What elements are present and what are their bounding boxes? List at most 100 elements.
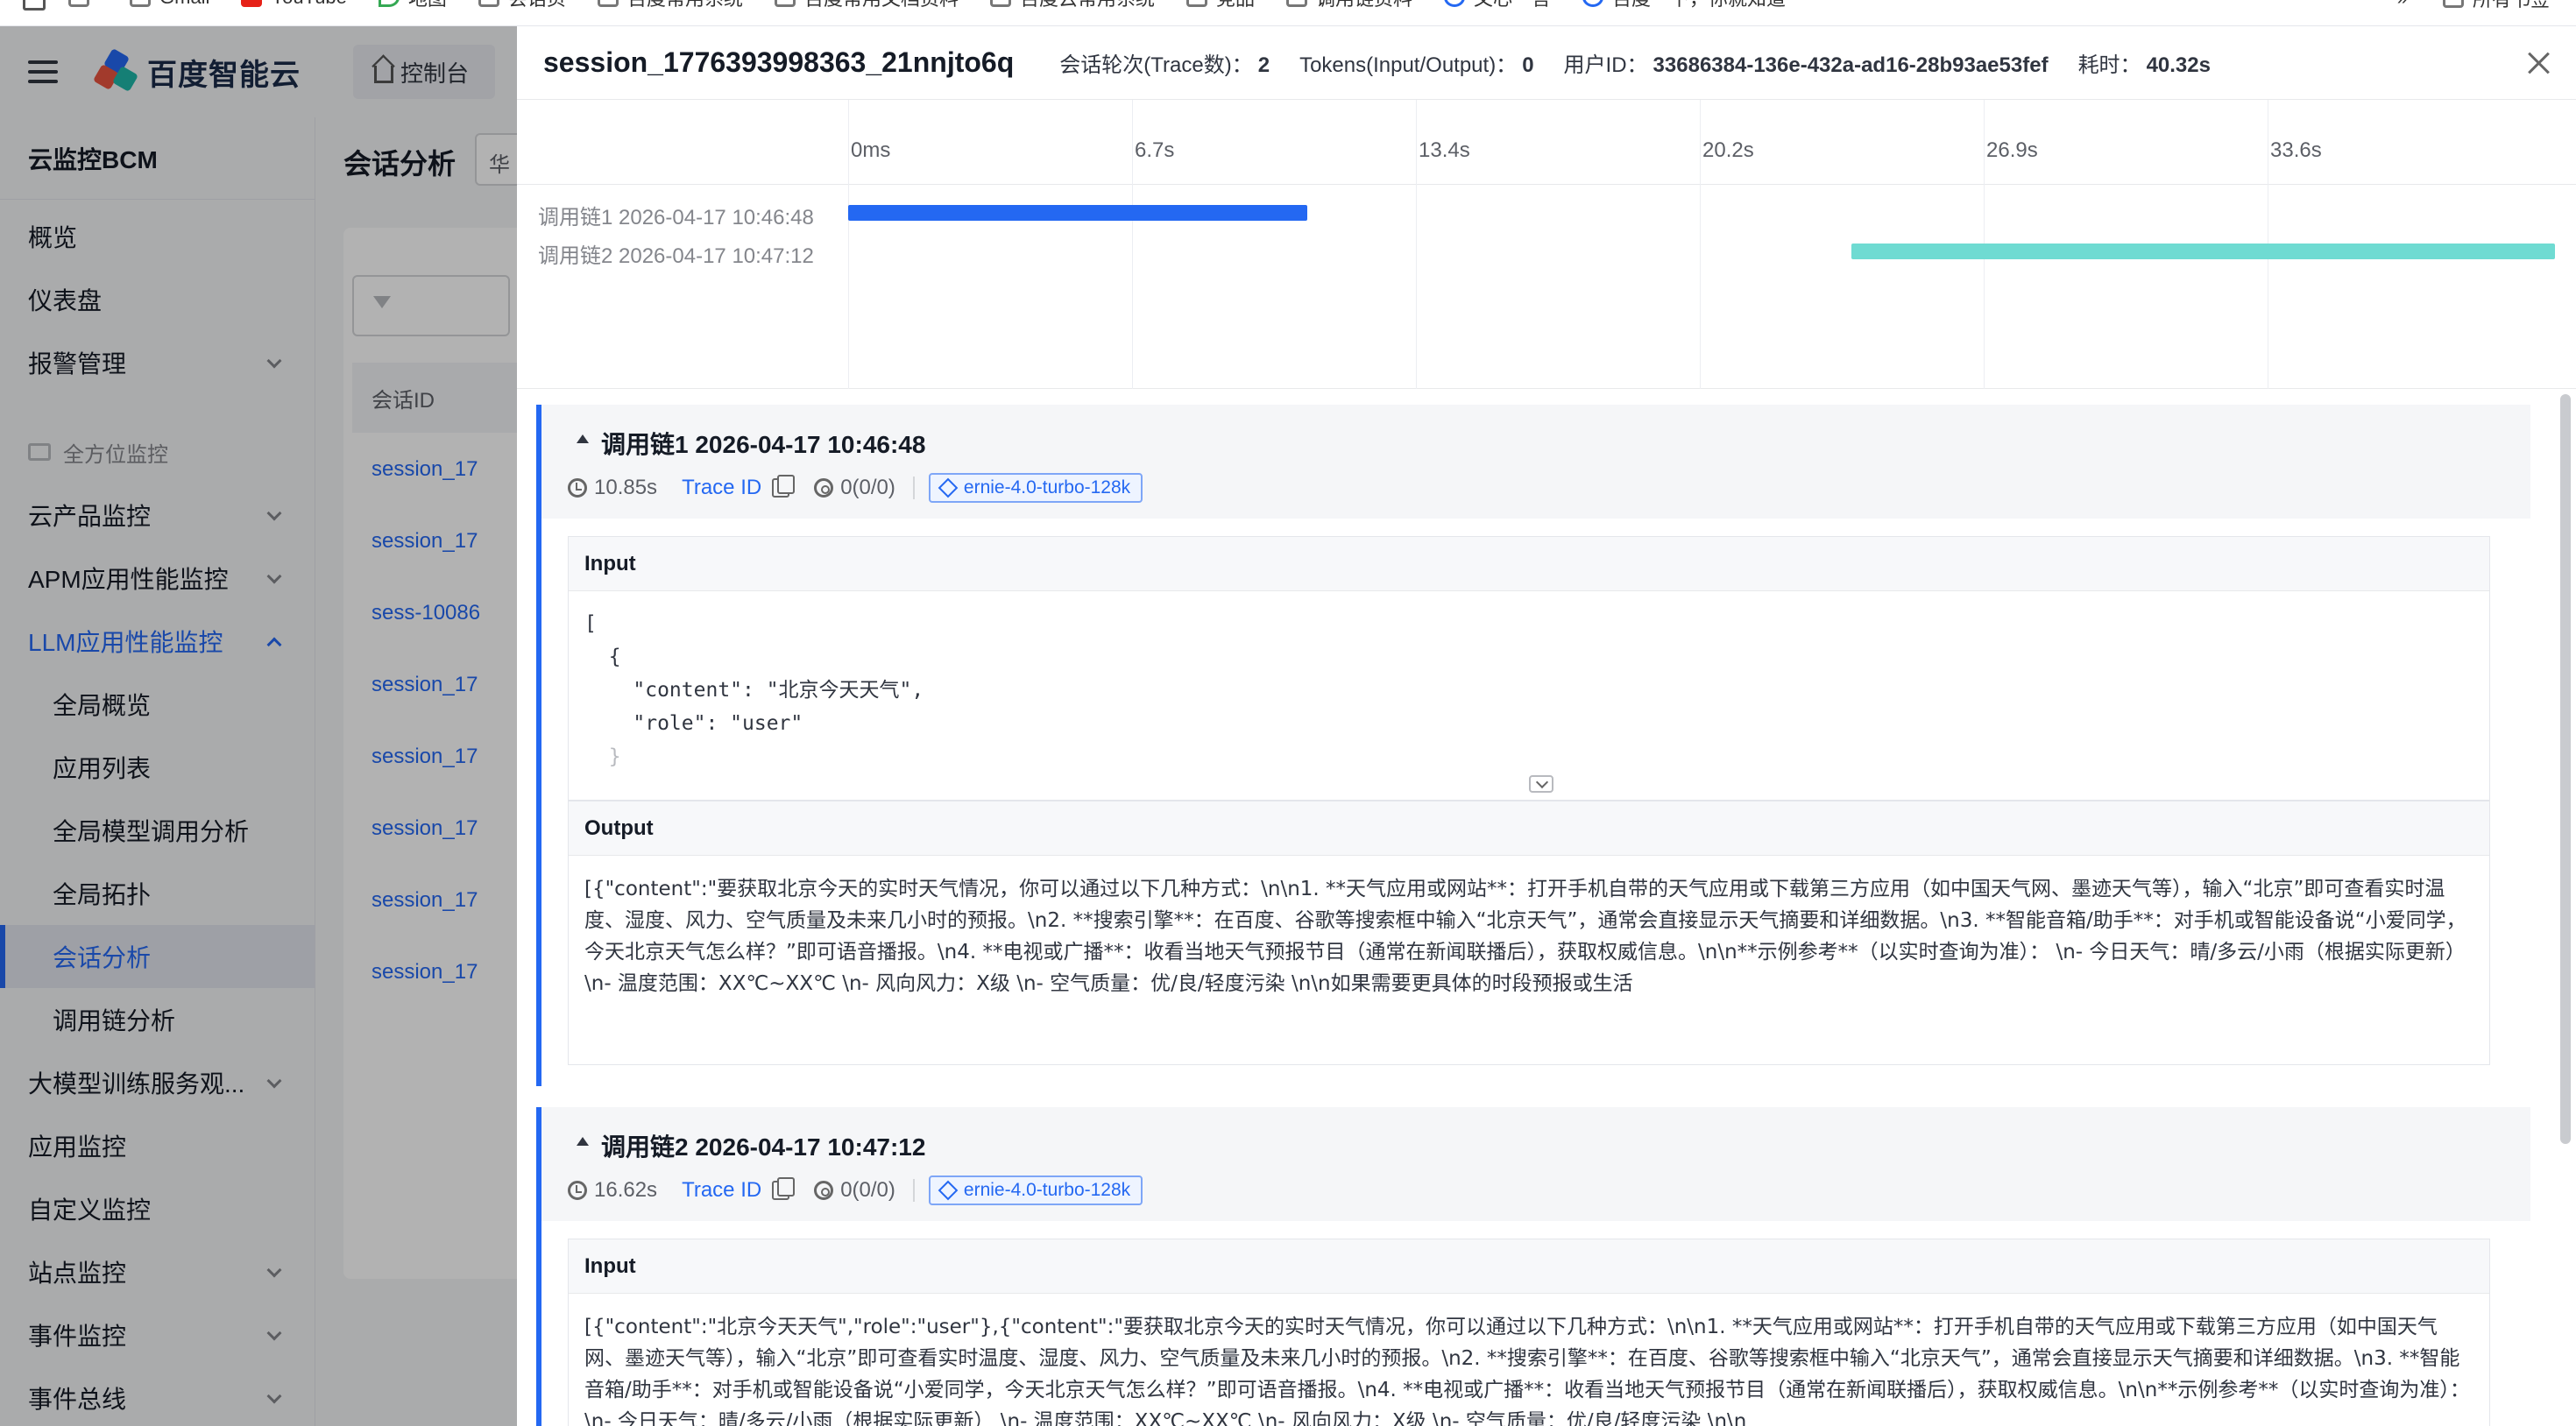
output-label: Output [569, 801, 2489, 856]
timeline-tick-label: 20.2s [1702, 138, 1754, 162]
timeline-bar[interactable] [848, 205, 1308, 221]
expand-chevron-icon[interactable] [1529, 775, 1553, 793]
json-line: } [584, 745, 621, 768]
apps-grid-icon[interactable] [0, 0, 53, 25]
bookmark-item[interactable] [53, 0, 114, 11]
bookmark-item[interactable]: 调用链资料 [1270, 0, 1428, 11]
trace-duration: 10.85s [594, 476, 658, 499]
timeline-tick-label: 33.6s [2270, 138, 2322, 162]
input-json: [ { "content": "北京今天天气", "role": "user" … [569, 591, 2489, 801]
trace-header[interactable]: 调用链1 2026-04-17 10:46:48 10.85s Trace ID… [541, 405, 2530, 519]
timeline-tick: 6.7s [1132, 100, 1174, 389]
bookmark-label: 竞品 [1216, 0, 1255, 11]
timeline-tick-label: 0ms [851, 138, 891, 162]
close-icon[interactable] [2527, 51, 2551, 75]
youtube-icon [241, 0, 263, 7]
folder-icon [989, 0, 1011, 7]
copy-icon[interactable] [772, 1177, 796, 1200]
folder-icon [2442, 0, 2464, 8]
bookmark-label: 百度云常用系统 [1020, 0, 1155, 11]
bookmark-item[interactable]: 地图 [363, 0, 463, 11]
bookmark-label: 百度一下，你就知道 [1612, 0, 1786, 11]
folder-icon [1185, 0, 1207, 7]
bookmark-label: 调用链资料 [1316, 0, 1412, 11]
trace-header[interactable]: 调用链2 2026-04-17 10:47:12 16.62s Trace ID… [541, 1107, 2530, 1221]
bookmark-item[interactable]: 百度常用文档资料 [759, 0, 974, 11]
bookmark-item[interactable]: 百度常用系统 [582, 0, 759, 11]
bookmarks-more-button[interactable]: » [2397, 0, 2408, 10]
model-cube-icon [938, 1180, 959, 1201]
bookmark-label: Gmail [159, 0, 209, 9]
token-icon [814, 478, 834, 498]
json-line: "content": "北京今天天气", [584, 679, 924, 702]
folder-icon [774, 0, 796, 7]
meta-label: Tokens(Input/Output)： [1299, 53, 1518, 77]
bookmark-item[interactable]: 会话页 [463, 0, 582, 11]
bookmark-label: 文心一言 [1474, 0, 1551, 11]
meta-label: 耗时： [2077, 53, 2141, 77]
copy-icon[interactable] [772, 475, 796, 498]
trace-timeline: 0ms 6.7s 13.4s 20.2s 26.9s 33.6s 调用链1 2026-04-… [517, 100, 2576, 389]
bookmark-label: 百度常用系统 [627, 0, 743, 11]
meta-item: 耗时： 40.32s [2078, 47, 2211, 78]
meta-value: 33686384-136e-432a-ad16-28b93ae53fef [1652, 53, 2049, 77]
bookmark-item[interactable]: 文心一言 [1428, 0, 1567, 11]
divider [912, 1179, 915, 1202]
json-line: "role": "user" [584, 712, 803, 735]
session-title: session_1776393998363_21nnjto6q [543, 46, 1015, 78]
bookmark-item[interactable]: YouTube [225, 0, 362, 11]
divider [912, 477, 915, 499]
bookmark-label: 会话页 [508, 0, 566, 11]
meta-item: Tokens(Input/Output)： 0 [1299, 47, 1533, 78]
timeline-row-label: 调用链2 2026-04-17 10:47:12 [538, 244, 814, 268]
bookmark-item[interactable]: Gmail [114, 0, 225, 11]
timeline-tick-label: 26.9s [1986, 138, 2038, 162]
bookmark-item[interactable]: 竞品 [1171, 0, 1270, 11]
input-text: [{"content":"北京今天天气","role":"user"},{"co… [569, 1294, 2489, 1426]
all-bookmarks-button[interactable]: 所有书签 [2442, 0, 2550, 12]
bookmarks-bar: Gmail YouTube 地图 会话页 百度常用系统 百度常用文档资料 百度云常用系统 竞品… [0, 0, 2576, 26]
meta-item: 用户ID： 33686384-136e-432a-ad16-28b93ae53fe… [1564, 47, 2049, 78]
trace-tokens: 0(0/0) [840, 476, 895, 499]
timeline-tick: 0ms [848, 100, 890, 389]
bookmark-item[interactable]: 百度云常用系统 [974, 0, 1171, 11]
timeline-tick: 20.2s [1700, 100, 1754, 389]
bookmark-label: 地图 [408, 0, 447, 11]
trace-tokens: 0(0/0) [840, 1178, 895, 1202]
model-tag: ernie-4.0-turbo-128k [928, 473, 1143, 503]
trace-accent-bar [536, 741, 541, 1086]
meta-value: 2 [1257, 53, 1270, 77]
timeline-tick-label: 6.7s [1135, 138, 1175, 162]
modal-mask[interactable] [0, 26, 517, 1426]
all-bookmarks-label: 所有书签 [2473, 0, 2550, 12]
maps-icon [378, 0, 400, 7]
json-line: [ [584, 612, 597, 635]
bookmark-item[interactable]: 百度一下，你就知道 [1567, 0, 1801, 11]
model-tag: ernie-4.0-turbo-128k [928, 1175, 1143, 1205]
timeline-bar[interactable] [1851, 244, 2555, 259]
clock-icon [568, 478, 587, 498]
folder-icon [478, 0, 499, 7]
meta-item: 会话轮次(Trace数)： 2 [1059, 47, 1270, 78]
meta-value: 40.32s [2146, 53, 2211, 77]
meta-label: 用户ID： [1563, 53, 1648, 77]
timeline-tick-label: 13.4s [1419, 138, 1470, 162]
gmail-icon [130, 0, 151, 7]
trace-title: 调用链1 2026-04-17 10:46:48 [601, 431, 926, 458]
drawer-header: session_1776393998363_21nnjto6q 会话轮次(Tra… [517, 26, 2576, 100]
trace-list: 调用链1 2026-04-17 10:46:48 10.85s Trace ID… [517, 389, 2576, 1426]
trace-id-link[interactable]: Trace ID [682, 1178, 761, 1203]
trace-title: 调用链2 2026-04-17 10:47:12 [601, 1133, 926, 1161]
scrollbar[interactable] [2560, 394, 2571, 1144]
model-cube-icon [938, 477, 959, 498]
folder-icon [68, 0, 89, 7]
trace-duration: 16.62s [594, 1178, 658, 1202]
bookmark-label: 百度常用文档资料 [804, 0, 959, 11]
output-content: [{"content":"要获取北京今天的实时天气情况，你可以通过以下几种方式：… [584, 878, 2466, 995]
token-icon [814, 1181, 834, 1200]
bookmark-label: YouTube [271, 0, 346, 9]
baidu-icon [1582, 0, 1604, 7]
input-label: Input [569, 1239, 2489, 1294]
trace-id-link[interactable]: Trace ID [682, 476, 761, 500]
session-meta: 会话轮次(Trace数)： 2 Tokens(Input/Output)： 0 用户ID… [1059, 47, 2211, 78]
